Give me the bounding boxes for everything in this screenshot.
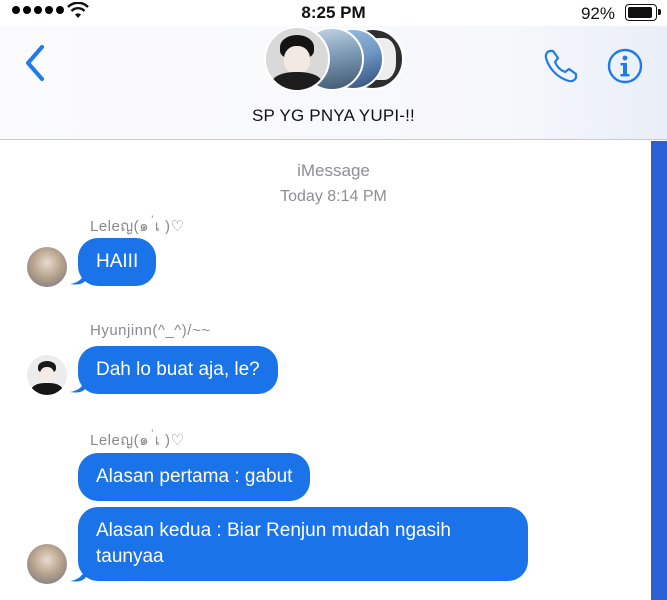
battery-percentage: 92% bbox=[580, 4, 615, 23]
clock: 8:25 PM bbox=[301, 3, 366, 22]
message-line: Alasan kedua : Biar Renjun mudah ngasih bbox=[96, 520, 451, 541]
message-line: taunyaa bbox=[96, 546, 164, 567]
sender-name: Leleญ(๑ ่เ )♡ bbox=[90, 218, 185, 235]
battery-icon bbox=[625, 4, 661, 21]
avatar bbox=[27, 355, 67, 395]
sender-name: Hyunjinn(^_^)/~~ bbox=[90, 322, 211, 339]
sender-name: Leleญ(๑ ่เ )♡ bbox=[90, 432, 185, 449]
message-bubble[interactable]: Alasan pertama : gabut bbox=[78, 453, 311, 501]
edge-accent-bar bbox=[651, 141, 667, 600]
avatar bbox=[27, 544, 67, 584]
member-avatar bbox=[264, 26, 330, 92]
message-bubble[interactable]: HAIII bbox=[78, 238, 157, 286]
group-avatars[interactable] bbox=[264, 26, 404, 92]
message-bubble[interactable]: Alasan kedua : Biar Renjun mudah ngasih … bbox=[78, 507, 528, 581]
message-thread[interactable]: iMessage Today 8:14 PM Leleญ(๑ ่เ )♡ HAI… bbox=[0, 140, 651, 600]
message-bubble[interactable]: Dah lo buat aja, le? bbox=[78, 346, 278, 394]
phone-icon[interactable] bbox=[541, 46, 581, 86]
service-label: iMessage bbox=[297, 161, 370, 180]
info-icon[interactable] bbox=[606, 47, 644, 85]
status-bar: 8:25 PM 92% bbox=[0, 0, 667, 26]
avatar bbox=[27, 247, 67, 287]
conversation-header: SP YG PNYA YUPI-!! bbox=[0, 26, 667, 140]
chevron-left-icon[interactable] bbox=[20, 43, 50, 83]
group-title[interactable]: SP YG PNYA YUPI-!! bbox=[0, 106, 667, 126]
thread-timestamp: Today 8:14 PM bbox=[280, 188, 387, 205]
